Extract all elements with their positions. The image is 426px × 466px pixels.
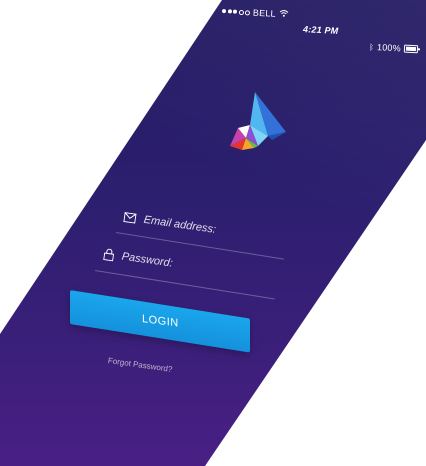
status-time: 4:21 PM (302, 24, 339, 36)
email-field[interactable]: Email address: (122, 206, 284, 250)
login-button-label: LOGIN (141, 312, 179, 330)
status-bar-carrier: BELL (221, 6, 289, 20)
battery-icon (403, 44, 419, 54)
login-button[interactable]: LOGIN (70, 290, 250, 353)
signal-strength-icon (221, 8, 251, 15)
status-bar-right: ᛒ 100% (368, 42, 419, 55)
battery-percent: 100% (376, 42, 402, 54)
password-field[interactable]: Password: (102, 243, 273, 288)
carrier-name: BELL (252, 7, 277, 19)
email-placeholder: Email address: (142, 213, 217, 236)
forgot-password-link[interactable]: Forgot Password? (107, 356, 173, 374)
phone-screen: BELL 4:21 PM ᛒ 100% Email address: Passw… (0, 0, 426, 466)
login-screen: BELL 4:21 PM ᛒ 100% Email address: Passw… (0, 0, 426, 466)
password-placeholder: Password: (120, 250, 174, 270)
wifi-icon (278, 9, 289, 20)
envelope-icon (123, 212, 137, 224)
app-logo (228, 92, 286, 156)
lock-icon (103, 248, 115, 262)
prism-logo-icon (230, 92, 286, 150)
bluetooth-icon: ᛒ (368, 42, 375, 52)
